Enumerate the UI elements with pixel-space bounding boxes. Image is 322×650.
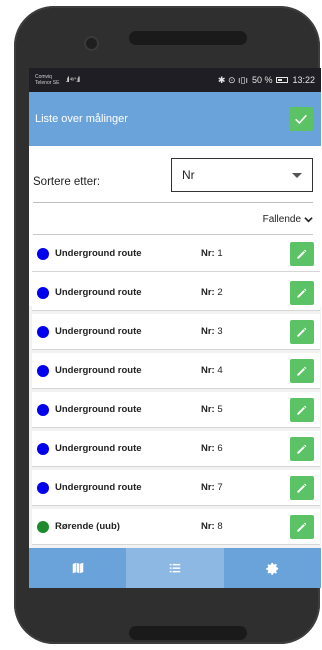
map-icon	[72, 562, 83, 574]
item-title: Underground route	[55, 287, 142, 298]
gear-icon	[266, 562, 278, 575]
carrier-name-secondary: Telenor SE	[35, 80, 60, 86]
pencil-icon	[297, 522, 307, 532]
item-nr-label: Nr:	[201, 326, 215, 337]
status-dot	[37, 364, 49, 377]
item-nr: Nr: 6	[201, 443, 223, 454]
item-nr-label: Nr:	[201, 482, 215, 493]
pencil-icon	[297, 327, 307, 337]
item-title: Underground route	[55, 443, 142, 454]
item-nr: Nr: 4	[201, 365, 223, 376]
edit-button[interactable]	[290, 437, 314, 461]
edit-button[interactable]	[290, 281, 314, 305]
battery-icon	[276, 77, 289, 83]
item-nr-label: Nr:	[201, 365, 215, 376]
status-dot	[37, 325, 49, 338]
edit-button[interactable]	[290, 320, 314, 344]
page-title: Liste over målinger	[35, 113, 128, 125]
status-dot	[37, 286, 49, 299]
edit-button[interactable]	[290, 515, 314, 539]
item-title: Rørende (uub)	[55, 521, 120, 532]
sort-order-toggle[interactable]: Fallende	[263, 214, 313, 225]
edit-button[interactable]	[290, 242, 314, 266]
list-item[interactable]: Underground route Nr: 2	[32, 275, 320, 311]
item-nr-label: Nr:	[201, 248, 215, 259]
divider	[33, 202, 313, 203]
home-bar	[129, 626, 247, 640]
list-item[interactable]: Underground route Nr: 4	[32, 353, 320, 389]
speaker-grille	[129, 31, 247, 45]
item-nr-label: Nr:	[201, 521, 215, 532]
edit-button[interactable]	[290, 476, 314, 500]
status-bar: Comviq Telenor SE .ıll ⁴⁶⁺.ıll ✱ ⊙ ı▯ı 5…	[29, 68, 321, 92]
item-title: Underground route	[55, 404, 142, 415]
battery-percent: 50 %	[251, 75, 273, 85]
chevron-down-icon	[304, 217, 313, 223]
app-screen: Comviq Telenor SE .ıll ⁴⁶⁺.ıll ✱ ⊙ ı▯ı 5…	[29, 68, 321, 588]
dropdown-arrow-icon	[292, 172, 302, 178]
item-nr-label: Nr:	[201, 443, 215, 454]
item-nr-value: 4	[217, 365, 223, 376]
edit-button[interactable]	[290, 398, 314, 422]
item-title: Underground route	[55, 365, 142, 376]
status-right: ✱ ⊙ ı▯ı 50 % 13:22	[218, 75, 315, 86]
item-nr-value: 6	[217, 443, 223, 454]
status-dot	[37, 481, 49, 494]
item-title: Underground route	[55, 326, 142, 337]
pencil-icon	[297, 249, 307, 259]
list-item[interactable]: Underground route Nr: 5	[32, 392, 320, 428]
measurement-list: Underground route Nr: 1 Underground route N…	[32, 236, 320, 548]
item-nr: Nr: 5	[201, 404, 223, 415]
list-item[interactable]: Rørende (uub) Nr: 8	[32, 509, 320, 545]
item-nr-value: 7	[217, 482, 223, 493]
sort-order-label: Fallende	[262, 214, 301, 225]
edit-button[interactable]	[290, 359, 314, 383]
list-item[interactable]: Underground route Nr: 3	[32, 314, 320, 350]
bottom-nav	[29, 548, 321, 588]
status-dot	[37, 442, 49, 455]
sort-dropdown[interactable]: Nr	[171, 158, 313, 192]
pencil-icon	[297, 366, 307, 376]
list-item[interactable]: Underground route Nr: 1	[32, 236, 320, 272]
item-nr-label: Nr:	[201, 404, 215, 415]
status-dot	[37, 520, 49, 533]
list-icon	[169, 563, 181, 573]
pencil-icon	[297, 483, 307, 493]
nav-settings[interactable]	[224, 548, 321, 588]
confirm-button[interactable]	[289, 107, 313, 131]
item-nr-label: Nr:	[201, 287, 215, 298]
item-nr-value: 5	[217, 404, 223, 415]
item-title: Underground route	[55, 248, 142, 259]
check-icon	[295, 114, 307, 125]
item-title: Underground route	[55, 482, 142, 493]
item-nr-value: 3	[217, 326, 223, 337]
sort-label: Sortere etter:	[33, 176, 101, 188]
status-dot	[37, 247, 49, 260]
nav-map[interactable]	[29, 548, 126, 588]
list-item[interactable]: Underground route Nr: 7	[32, 470, 320, 506]
item-nr: Nr: 3	[201, 326, 223, 337]
item-nr: Nr: 7	[201, 482, 223, 493]
bluetooth-icon: ✱ ⊙ ı▯ı	[217, 74, 248, 85]
list-item[interactable]: Underground route Nr: 6	[32, 431, 320, 467]
pencil-icon	[297, 444, 307, 454]
item-nr-value: 2	[217, 287, 223, 298]
pencil-icon	[297, 405, 307, 415]
item-nr-value: 8	[217, 521, 223, 532]
clock: 13:22	[292, 75, 315, 85]
nav-list[interactable]	[126, 548, 224, 588]
item-nr: Nr: 8	[201, 521, 223, 532]
item-nr: Nr: 2	[201, 287, 223, 298]
camera-icon	[86, 38, 97, 49]
item-nr: Nr: 1	[201, 248, 223, 259]
carrier-info: Comviq Telenor SE	[35, 74, 59, 86]
item-nr-value: 1	[217, 248, 223, 259]
pencil-icon	[297, 288, 307, 298]
status-dot	[37, 403, 49, 416]
app-bar: Liste over målinger	[29, 92, 321, 146]
signal-icon: .ıll ⁴⁶⁺.ıll	[65, 77, 79, 84]
sort-selected-value: Nr	[182, 168, 195, 182]
divider	[33, 234, 313, 235]
